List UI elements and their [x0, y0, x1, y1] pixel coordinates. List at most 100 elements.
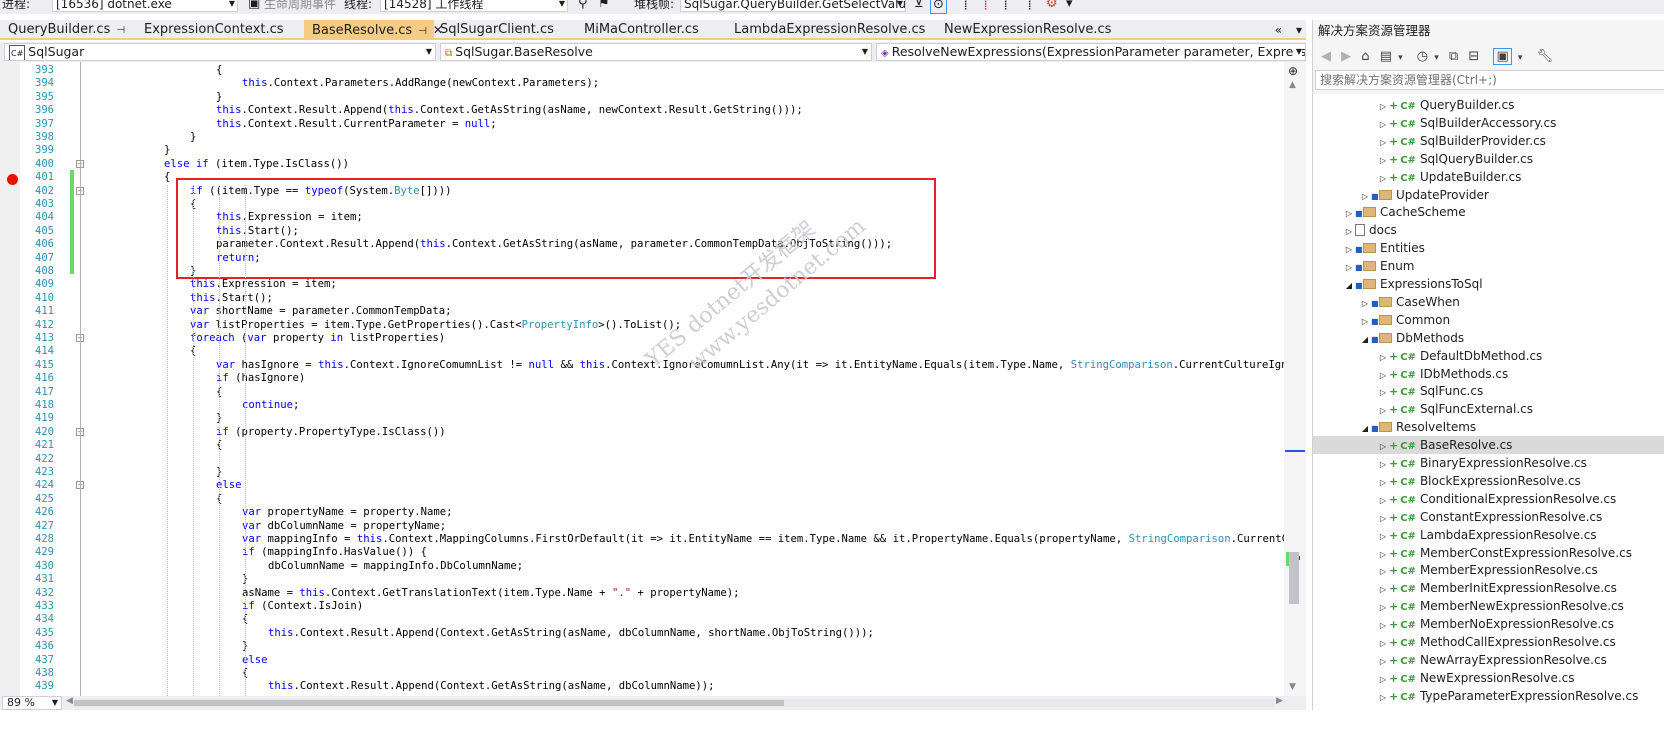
wrench-icon[interactable]: 🔧︎ — [1537, 49, 1554, 64]
tab-querybuilder[interactable]: QueryBuilder.cs ⊣ — [0, 20, 130, 40]
member-dropdown[interactable]: ◈ ResolveNewExpressions(ExpressionParamet… — [876, 43, 1306, 61]
tree-item[interactable]: ▷ + C# BinaryExpressionResolve.cs — [1313, 454, 1664, 472]
code-line[interactable]: this.Context.Result.Append(Context.GetAs… — [268, 680, 714, 693]
tree-item[interactable]: ▷ + C# BlockExpressionResolve.cs — [1313, 472, 1664, 490]
code-line[interactable]: if (property.PropertyType.IsClass()) — [216, 426, 446, 439]
pin-icon[interactable]: ⊣ — [116, 25, 125, 36]
tab-baseresolve[interactable]: BaseResolve.cs ⊣ ✕ — [304, 20, 443, 40]
tree-item[interactable]: ◢ ■ ResolveItems — [1313, 418, 1664, 436]
tree-item[interactable]: ▷ + C# LambdaExpressionResolve.cs — [1313, 526, 1664, 544]
tree-item[interactable]: ▷ docs — [1313, 221, 1664, 239]
code-line[interactable]: var propertyName = property.Name; — [242, 506, 452, 519]
flag-icon[interactable]: ⚑ — [598, 0, 610, 12]
chevron-down-icon[interactable]: ▾ — [1434, 53, 1439, 63]
split-window-icon[interactable]: ⊕ — [1288, 64, 1298, 78]
tree-item[interactable]: ▷ ■ Common — [1313, 311, 1664, 329]
tree-item[interactable]: ▷ + C# SqlBuilderAccessory.cs — [1313, 114, 1664, 132]
chevron-down-icon[interactable]: ▾ — [1066, 0, 1073, 12]
code-line[interactable]: var listProperties = item.Type.GetProper… — [190, 319, 681, 332]
tree-item[interactable]: ▷ + C# BaseResolve.cs — [1313, 436, 1664, 455]
tree-item[interactable]: ▷ + C# TypeParameterExpressionResolve.cs — [1313, 687, 1664, 705]
tree-item[interactable]: ▷ + C# ConditionalExpressionResolve.cs — [1313, 490, 1664, 508]
project-dropdown[interactable]: C# SqlSugar ▼ — [4, 43, 436, 61]
chevron-down-icon[interactable]: ▾ — [1398, 53, 1403, 63]
tree-item[interactable]: ▷ + C# SqlFunc.cs — [1313, 382, 1664, 400]
code-line[interactable]: asName = this.Context.GetTranslationText… — [242, 587, 740, 600]
code-line[interactable]: } — [216, 91, 222, 104]
chevron-down-icon[interactable]: ▾ — [1518, 53, 1523, 63]
code-line[interactable]: else if (item.Type.IsClass()) — [164, 158, 349, 171]
pin-icon[interactable]: ⊣ — [418, 26, 427, 37]
code-line[interactable]: var dbColumnName = propertyName; — [242, 520, 446, 533]
tree-item[interactable]: ▷ ■ CacheScheme — [1313, 203, 1664, 221]
lifecycle-events-icon[interactable]: ▣ — [248, 0, 260, 12]
gear-icon[interactable]: ⚙ — [1046, 0, 1058, 12]
code-line[interactable]: this.Context.Result.Append(this.Context.… — [216, 104, 803, 117]
code-line[interactable]: var mappingInfo = this.Context.MappingCo… — [242, 533, 1284, 546]
tree-item[interactable]: ◢ ■ DbMethods — [1313, 329, 1664, 347]
process-dropdown[interactable]: [16536] dotnet.exe ▼ — [52, 0, 238, 12]
code-line[interactable]: if (hasIgnore) — [216, 372, 305, 385]
tree-item[interactable]: ◢ ■ ExpressionsToSql — [1313, 275, 1664, 293]
code-line[interactable]: { — [164, 171, 170, 184]
tree-item[interactable]: ▷ ■ CaseWhen — [1313, 293, 1664, 311]
step-over-icon[interactable]: ⸽ — [1028, 0, 1031, 12]
code-line[interactable]: { — [216, 64, 222, 77]
code-line[interactable]: if (mappingInfo.HasValue()) { — [242, 546, 427, 559]
tree-item[interactable]: ▷ + C# IDbMethods.cs — [1313, 365, 1664, 383]
code-line[interactable]: this.Context.Parameters.AddRange(newCont… — [242, 77, 599, 90]
tree-item[interactable]: ▷ + C# MemberConstExpressionResolve.cs — [1313, 544, 1664, 562]
zoom-dropdown[interactable]: 89 % ▼ — [2, 696, 62, 710]
tree-item[interactable]: ▷ + C# MethodCallExpressionResolve.cs — [1313, 633, 1664, 651]
home-icon[interactable]: ⌂ — [1361, 49, 1369, 64]
tree-item[interactable]: ▷ + C# MemberNewExpressionResolve.cs — [1313, 597, 1664, 615]
step-out-icon[interactable]: ⸽ — [1004, 0, 1007, 12]
pending-changes-icon[interactable]: ◷ — [1417, 49, 1428, 64]
tree-item[interactable]: ▷ + C# QueryBuilder.cs — [1313, 96, 1664, 114]
tab-dropdown-icon[interactable]: ▾ — [1296, 23, 1302, 37]
code-line[interactable]: var shortName = parameter.CommonTempData… — [190, 305, 452, 318]
collapse-all-icon[interactable]: ⊟ — [1468, 49, 1479, 64]
scroll-left-icon[interactable]: ◀ — [66, 696, 73, 706]
tab-sqlsugarclient[interactable]: SqlSugarClient.cs — [432, 20, 578, 40]
stack-frame-dropdown[interactable]: SqlSugar.QueryBuilder.GetSelectValue ▼ — [680, 0, 906, 12]
code-editor[interactable]: 393 394 395 396 397 398 399 400 401 402 403 404 405 4… — [0, 62, 1306, 696]
tab-expressioncontext[interactable]: ExpressionContext.cs — [136, 20, 302, 40]
tree-item[interactable]: ▷ + C# MemberInitExpressionResolve.cs — [1313, 579, 1664, 597]
tree-item[interactable]: ▷ ■ UpdateProvider — [1313, 186, 1664, 204]
scroll-thumb[interactable] — [1289, 552, 1299, 604]
forward-icon[interactable]: ▶ — [1341, 49, 1351, 64]
tree-item[interactable]: ▷ ■ Enum — [1313, 257, 1664, 275]
code-line[interactable]: } — [190, 131, 196, 144]
tree-item[interactable]: ▷ + C# ConstantExpressionResolve.cs — [1313, 508, 1664, 526]
show-all-files-icon[interactable]: ▣ — [1493, 48, 1512, 65]
code-line[interactable]: this.Start(); — [190, 292, 273, 305]
tab-newexpressionresolve[interactable]: NewExpressionResolve.cs — [936, 20, 1128, 40]
tree-item[interactable]: ▷ + C# MemberExpressionResolve.cs — [1313, 561, 1664, 579]
tree-item[interactable]: ▷ + C# NewArrayExpressionResolve.cs — [1313, 651, 1664, 669]
tree-item[interactable]: ▷ + C# NewExpressionResolve.cs — [1313, 669, 1664, 687]
expand-icon[interactable]: ⊻ — [914, 0, 924, 12]
code-line[interactable]: } — [164, 144, 170, 157]
sync-icon[interactable]: ⧉ — [1449, 49, 1458, 64]
scroll-up-icon[interactable]: ▲ — [1289, 80, 1296, 90]
tab-lambdaexpressionresolve[interactable]: LambdaExpressionResolve.cs — [726, 20, 936, 40]
tab-overflow-icon[interactable]: « — [1275, 23, 1282, 37]
tree-item[interactable]: ▷ + C# MemberNoExpressionResolve.cs — [1313, 615, 1664, 633]
thread-dropdown[interactable]: [14528] 工作线程 ▼ — [380, 0, 568, 12]
code-line[interactable]: continue; — [242, 399, 299, 412]
class-dropdown[interactable]: ⧉ SqlSugar.BaseResolve ▼ — [440, 43, 872, 61]
code-line[interactable]: dbColumnName = mappingInfo.DbColumnName; — [268, 560, 523, 573]
code-line[interactable]: this.Expression = item; — [190, 278, 337, 291]
scroll-down-icon[interactable]: ▼ — [1289, 682, 1296, 692]
breakpoint-step-icon[interactable]: ⸽ — [984, 0, 987, 12]
tree-item[interactable]: ▷ ■ Entities — [1313, 239, 1664, 257]
back-icon[interactable]: ◀ — [1321, 49, 1331, 64]
lifecycle-events-label[interactable]: 生命周期事件 — [264, 0, 336, 12]
tree-item[interactable]: ▷ + C# SqlFuncExternal.cs — [1313, 400, 1664, 418]
switch-views-icon[interactable]: ▤ — [1380, 49, 1392, 64]
step-icon[interactable]: ⸽ — [964, 0, 967, 12]
vertical-scrollbar[interactable]: ⊕ ▲ ▼ — [1284, 62, 1306, 696]
live-visual-tree-icon[interactable]: ⊙ — [930, 0, 947, 14]
code-line[interactable]: this.Context.Result.CurrentParameter = n… — [216, 118, 497, 131]
